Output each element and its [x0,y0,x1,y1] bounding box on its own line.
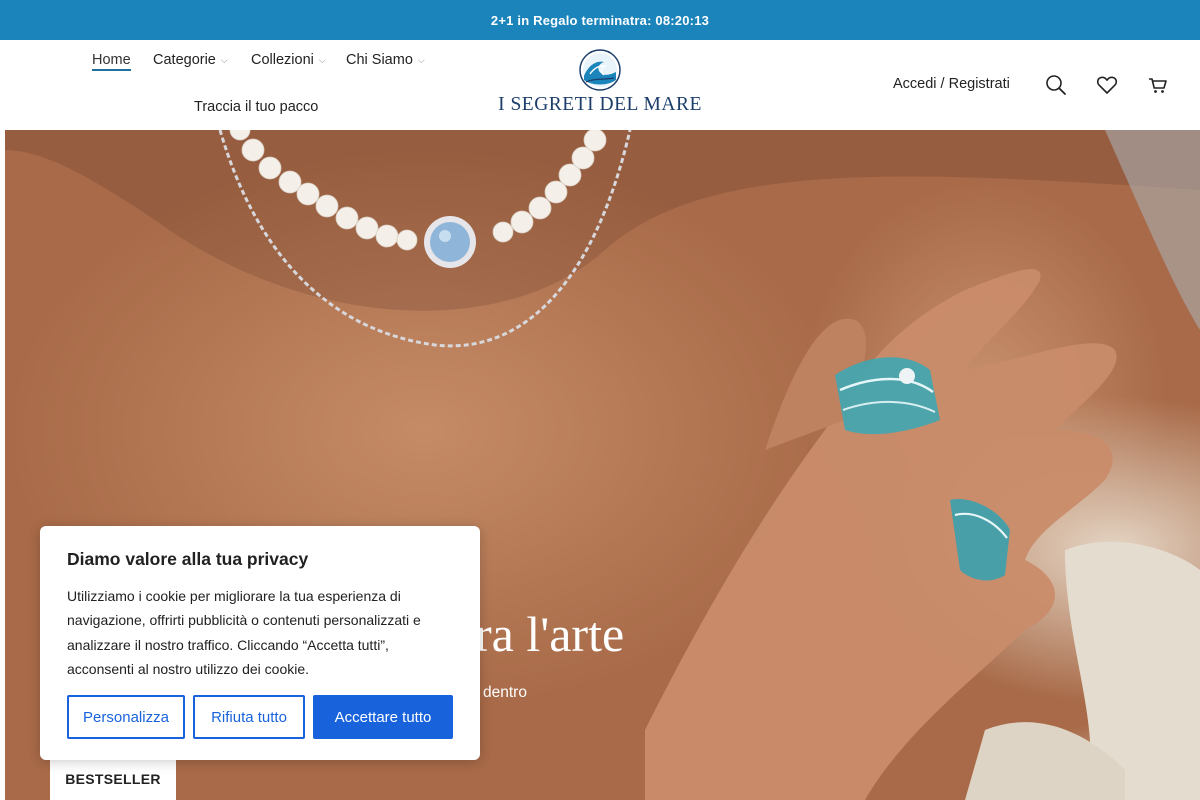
accept-all-button[interactable]: Accettare tutto [313,695,453,739]
brand-name: I SEGRETI DEL MARE [498,94,702,115]
hero-heading: ra l'arte [475,606,625,662]
cookie-title: Diamo valore alla tua privacy [67,549,309,569]
wave-logo-icon [579,49,621,91]
chevron-down-icon: ⌵ [417,54,425,65]
chevron-down-icon: ⌵ [318,54,326,65]
nav-categorie-label: Categorie [153,52,216,68]
customize-button[interactable]: Personalizza [67,695,185,739]
site-header: Home Categorie ⌵ Collezioni ⌵ Chi Siamo … [0,40,1200,130]
nav-traccia-pacco-label: Traccia il tuo pacco [194,99,319,115]
chevron-down-icon: ⌵ [220,54,228,65]
nav-chi-siamo[interactable]: Chi Siamo ⌵ [346,52,425,68]
heart-icon[interactable] [1096,74,1118,96]
nav-traccia-pacco[interactable]: Traccia il tuo pacco [194,99,318,115]
login-register-link[interactable]: Accedi / Registrati [893,76,1010,92]
announcement-text: 2+1 in Regalo terminatra: 08:20:13 [490,12,710,28]
nav-categorie[interactable]: Categorie ⌵ [153,52,228,68]
reject-all-button[interactable]: Rifiuta tutto [193,695,305,739]
bestseller-button[interactable]: BESTSELLER [50,757,176,800]
hero-subtext: dentro [483,684,527,701]
cart-icon[interactable] [1147,74,1169,96]
cookie-consent-banner: Diamo valore alla tua privacy Utilizziam… [40,526,480,760]
announcement-bar: 2+1 in Regalo terminatra: 08:20:13 [0,0,1200,40]
brand-logo[interactable]: I SEGRETI DEL MARE [498,48,702,120]
search-icon[interactable] [1045,74,1067,96]
nav-chi-siamo-label: Chi Siamo [346,52,413,68]
nav-collezioni-label: Collezioni [251,52,314,68]
nav-home[interactable]: Home [92,52,131,71]
nav-home-label: Home [92,52,131,68]
cookie-description: Utilizziamo i cookie per migliorare la t… [67,588,421,677]
nav-collezioni[interactable]: Collezioni ⌵ [251,52,326,68]
